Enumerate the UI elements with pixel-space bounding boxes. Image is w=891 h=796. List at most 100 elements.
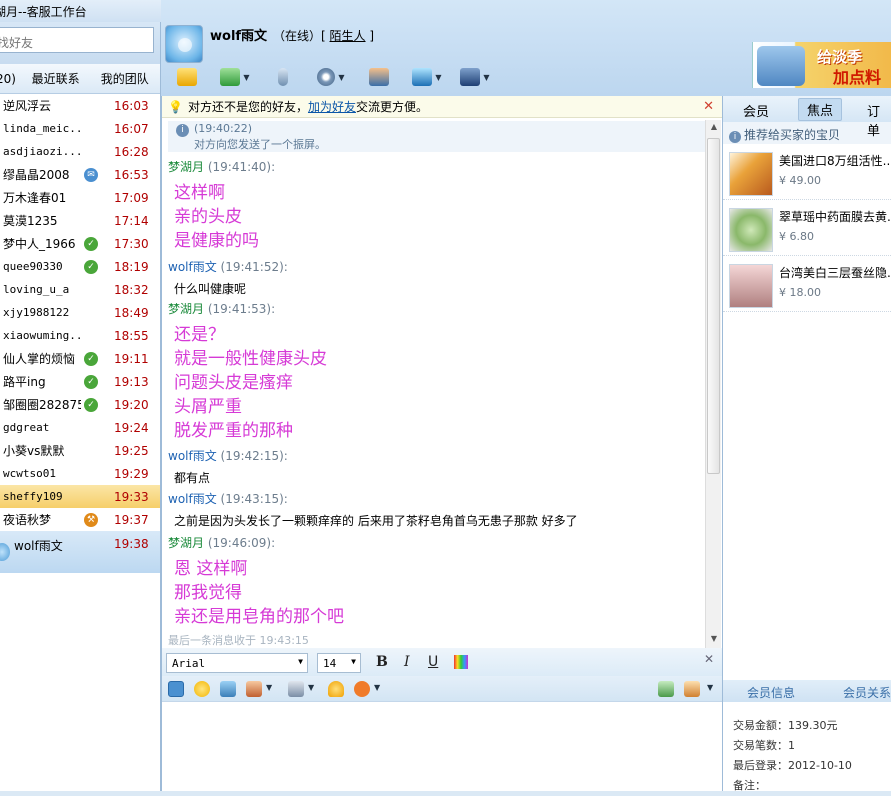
scroll-up-icon[interactable]: ▲ [708, 122, 720, 134]
contact-name: wolf雨文 [210, 29, 268, 44]
avatar[interactable] [165, 25, 203, 63]
last-message-time: 最后一条消息收于 19:43:15 [168, 634, 309, 647]
scroll-down-icon[interactable]: ▼ [708, 634, 720, 646]
format-close-icon[interactable]: ✕ [704, 652, 714, 666]
contact-name: wolf雨文 [14, 539, 63, 553]
video-button[interactable]: ▼ [307, 64, 355, 90]
contact-item[interactable]: wolf雨文 19:38 [0, 531, 160, 573]
user-icon [369, 68, 389, 86]
tab-member[interactable]: 会员 [743, 101, 769, 120]
message-text: 就是一般性健康头皮 [174, 349, 327, 369]
scroll-thumb[interactable] [707, 138, 720, 474]
contact-item[interactable]: 小葵vs默默 19:25 [0, 439, 160, 462]
contact-item[interactable]: xjy1988122 18:49 [0, 301, 160, 324]
product-item[interactable]: 翠草瑶中药面膜去黄... ¥ 6.80 [723, 200, 891, 256]
product-item[interactable]: 美国进口8万组活性... ¥ 49.00 [723, 144, 891, 200]
contact-item[interactable]: 路平ing ✓ 19:13 [0, 370, 160, 393]
contact-name: xjy1988122 [3, 306, 70, 319]
contact-item[interactable]: 梦中人_1966 ✓ 17:30 [0, 232, 160, 255]
font-size-select[interactable]: 14 ▼ [317, 653, 361, 673]
ad-banner[interactable]: 给淡季 加点料 [752, 42, 891, 88]
font-icon[interactable] [168, 681, 184, 697]
heart-icon[interactable] [354, 681, 370, 697]
italic-button[interactable]: I [404, 654, 410, 670]
product-thumbnail[interactable] [729, 208, 773, 252]
underline-button[interactable]: U [428, 654, 438, 670]
bold-button[interactable]: B [376, 654, 388, 670]
history-icon[interactable] [658, 681, 674, 697]
remote-button[interactable]: ▼ [403, 64, 451, 90]
window-title: 湖月--客服工作台 [0, 4, 87, 19]
chevron-down-icon[interactable]: ▼ [266, 683, 272, 692]
contact-info-button[interactable] [355, 64, 403, 90]
contact-item[interactable]: 莫漠1235 17:14 [0, 209, 160, 232]
right-tabs: 会员 焦点 订单 [723, 96, 891, 139]
contact-name: 路平ing [3, 375, 46, 389]
search-bar [0, 22, 160, 64]
product-item[interactable]: 台湾美白三层蚕丝隐... ¥ 18.00 [723, 256, 891, 312]
message-text: 都有点 [174, 471, 211, 485]
right-panel: 会员 焦点 订单 i 推荐给买家的宝贝 美国进口8万组活性... ¥ 49.00 翠草… [723, 96, 891, 792]
service-button[interactable]: ▼ [451, 64, 499, 90]
settings-icon[interactable] [684, 681, 700, 697]
contact-item[interactable]: wcwtso01 19:29 [0, 462, 160, 485]
screenshot-icon[interactable] [246, 681, 262, 697]
contact-time: 18:32 [114, 282, 149, 297]
contact-item[interactable]: 逆风浮云 16:03 [0, 94, 160, 117]
contact-item[interactable]: sheffy109 19:33 [0, 485, 160, 508]
tab-contacts[interactable]: 20) [0, 72, 26, 86]
system-message: i (19:40:22) 对方向您发送了一个振屏。 [168, 121, 705, 152]
product-name[interactable]: 美国进口8万组活性... [779, 152, 891, 169]
send-file-button[interactable]: ▼ [211, 64, 259, 90]
contact-item[interactable]: asdjiaozi... 16:28 [0, 140, 160, 163]
product-name[interactable]: 翠草瑶中药面膜去黄... [779, 208, 891, 225]
message-input[interactable] [162, 702, 722, 791]
emoji-icon[interactable] [194, 681, 210, 697]
contact-item[interactable]: 万木逢春01 17:09 [0, 186, 160, 209]
mail-icon: ✉ [84, 167, 98, 182]
chevron-down-icon[interactable]: ▼ [308, 683, 314, 692]
chevron-down-icon[interactable]: ▼ [707, 683, 713, 692]
tab-recent[interactable]: 最近联系 [32, 70, 93, 87]
image-icon[interactable] [220, 681, 236, 697]
tab-member-relation[interactable]: 会员关系 [843, 684, 891, 701]
contact-item[interactable]: gdgreat 19:24 [0, 416, 160, 439]
stranger-link[interactable]: 陌生人 [330, 29, 366, 43]
tab-team[interactable]: 我的团队 [101, 70, 160, 87]
contact-name: sheffy109 [3, 490, 63, 503]
voice-button[interactable] [259, 64, 307, 90]
product-thumbnail[interactable] [729, 264, 773, 308]
notice-text: 对方还不是您的好友， [187, 100, 308, 114]
contact-item[interactable]: 夜语秋梦 ⚒ 19:37 [0, 508, 160, 531]
search-input[interactable] [0, 27, 154, 53]
message-header: wolf雨文 (19:43:15): [168, 490, 288, 507]
chevron-down-icon: ▼ [351, 657, 356, 666]
contact-item[interactable]: xiaowuming... 18:55 [0, 324, 160, 347]
chat-scrollbar[interactable]: ▲ ▼ [705, 120, 721, 648]
add-friend-link[interactable]: 加为好友 [308, 98, 356, 115]
color-icon[interactable] [454, 655, 468, 669]
contact-item[interactable]: 仙人掌的烦恼 ✓ 19:11 [0, 347, 160, 370]
product-thumbnail[interactable] [729, 152, 773, 196]
tab-orders[interactable]: 订单 [867, 101, 891, 139]
tab-member-info[interactable]: 会员信息 [747, 684, 795, 701]
contact-item[interactable]: 邹圈圈282875 ✓ 19:20 [0, 393, 160, 416]
message-text: 问题头皮是瘙痒 [174, 373, 293, 393]
contact-item[interactable]: 缪晶晶2008 ✉ 16:53 [0, 163, 160, 186]
bell-icon[interactable] [328, 681, 344, 697]
contact-name: 仙人掌的烦恼 [3, 352, 76, 366]
chevron-down-icon: ▼ [435, 72, 442, 82]
chevron-down-icon[interactable]: ▼ [374, 683, 380, 692]
product-name[interactable]: 台湾美白三层蚕丝隐... [779, 264, 891, 281]
notice-close-icon[interactable]: ✕ [703, 99, 714, 114]
contact-item[interactable]: quee90330 ✓ 18:19 [0, 255, 160, 278]
quick-reply-icon[interactable] [288, 681, 304, 697]
tab-focus[interactable]: 焦点 [798, 98, 843, 121]
contact-item[interactable]: loving_u_a 18:32 [0, 278, 160, 301]
font-select[interactable]: Arial ▼ [166, 653, 308, 673]
contact-time: 19:13 [114, 374, 149, 389]
contact-item[interactable]: linda_meic... 16:07 [0, 117, 160, 140]
transfer-button[interactable] [163, 64, 211, 90]
message-text: 亲的头皮 [174, 207, 242, 227]
lightbulb-icon: 💡 [168, 99, 183, 114]
